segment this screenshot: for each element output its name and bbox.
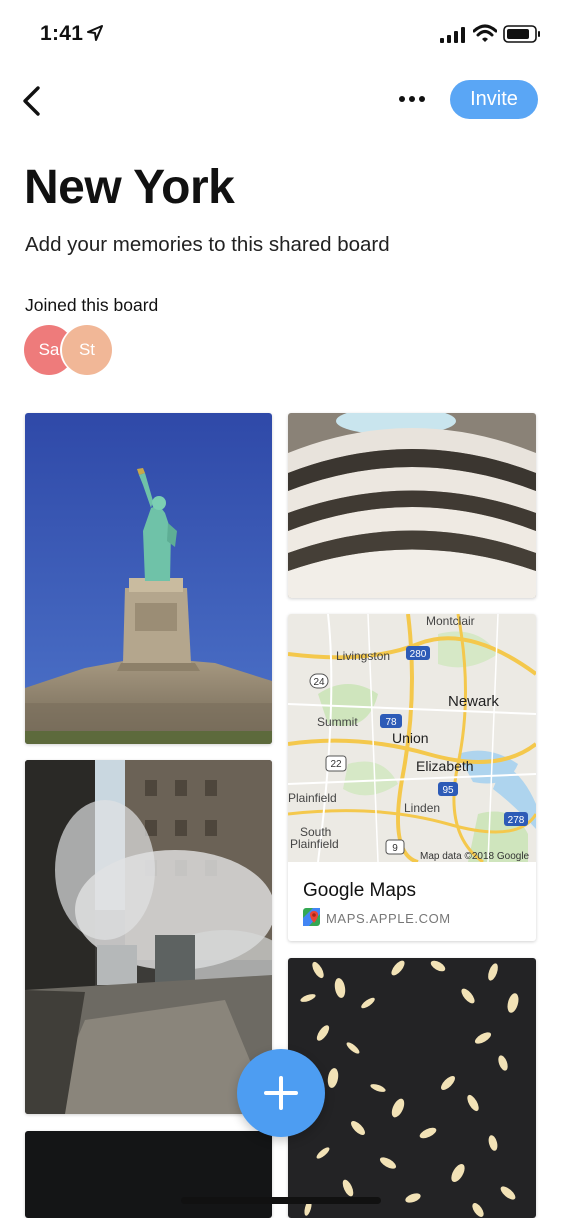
map-label: Union <box>392 730 429 746</box>
photo-card-guggenheim[interactable] <box>288 413 536 598</box>
status-time: 1:41 <box>40 22 84 45</box>
photo-card-statue-of-liberty[interactable] <box>25 413 272 744</box>
home-indicator <box>181 1197 381 1204</box>
board-subtitle: Add your memories to this shared board <box>25 233 390 256</box>
location-arrow-icon <box>87 25 103 41</box>
dark-pattern-image <box>288 958 536 1218</box>
highway-shield: 24 <box>309 673 329 689</box>
add-memory-button[interactable] <box>237 1049 325 1137</box>
link-domain: MAPS.APPLE.COM <box>326 911 451 926</box>
map-label: Plainfield <box>288 791 337 805</box>
map-label: Montclair <box>426 614 475 628</box>
statue-of-liberty-photo <box>25 413 272 744</box>
joined-label: Joined this board <box>25 295 159 315</box>
highway-shield: 95 <box>438 782 458 796</box>
invite-button[interactable]: Invite <box>450 80 538 119</box>
avatar[interactable]: St <box>62 325 112 375</box>
photo-card-steam-street[interactable] <box>25 760 272 1114</box>
map-label: Newark <box>448 693 499 710</box>
highway-shield: 78 <box>380 714 402 728</box>
back-button[interactable] <box>18 84 48 118</box>
map-thumbnail: 280 24 78 22 95 278 9 Montclair Livingst… <box>288 614 536 862</box>
svg-text:278: 278 <box>508 815 525 826</box>
photo-card-dark[interactable] <box>25 1131 272 1218</box>
map-label: Summit <box>317 715 358 729</box>
more-options-button[interactable] <box>397 88 427 110</box>
photo-card-dark-pattern[interactable] <box>288 958 536 1218</box>
highway-shield: 9 <box>385 839 405 855</box>
svg-text:95: 95 <box>442 785 454 796</box>
highway-shield: 280 <box>406 646 430 660</box>
link-card-google-maps[interactable]: 280 24 78 22 95 278 9 Montclair Livingst… <box>288 614 536 941</box>
svg-text:9: 9 <box>392 843 398 854</box>
battery-icon <box>503 25 540 43</box>
highway-shield: 278 <box>504 812 528 826</box>
google-maps-icon <box>303 908 320 926</box>
svg-text:24: 24 <box>313 677 325 688</box>
status-bar: 1:41 <box>0 0 562 70</box>
wifi-icon <box>473 24 497 42</box>
svg-text:78: 78 <box>385 717 397 728</box>
svg-text:22: 22 <box>330 759 342 770</box>
map-label: Elizabeth <box>416 758 474 774</box>
map-label: Livingston <box>336 649 390 663</box>
guggenheim-photo <box>288 413 536 598</box>
board-title: New York <box>24 161 235 214</box>
steam-street-photo <box>25 760 272 1114</box>
map-label: Linden <box>404 801 440 815</box>
link-title: Google Maps <box>303 880 417 901</box>
highway-shield: 22 <box>325 755 347 772</box>
svg-text:280: 280 <box>410 649 427 660</box>
plus-icon <box>279 1076 283 1110</box>
map-attribution: Map data ©2018 Google <box>420 851 530 862</box>
cellular-signal-icon <box>440 27 465 43</box>
